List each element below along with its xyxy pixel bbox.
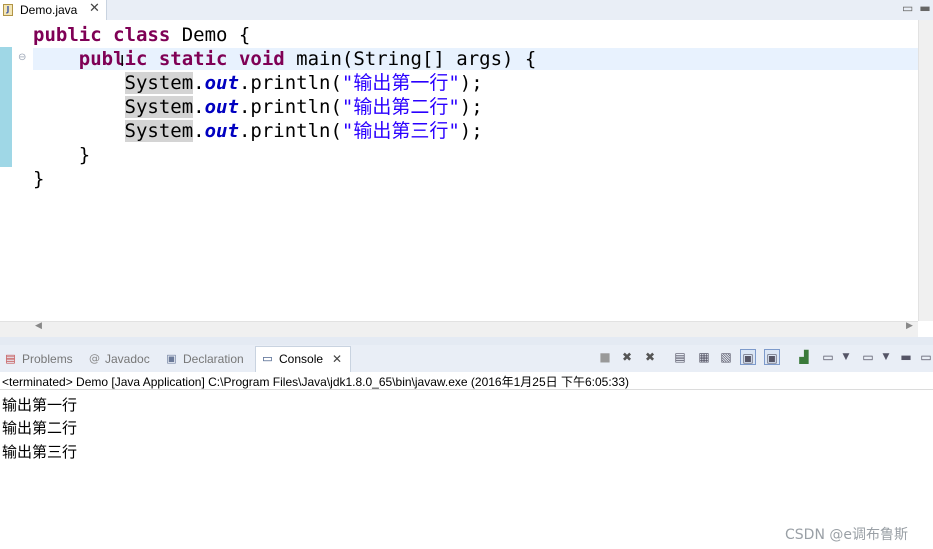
code-text: ); xyxy=(459,72,483,94)
views-separator xyxy=(0,337,933,345)
minimize-icon[interactable]: ▬ xyxy=(898,349,914,365)
console-icon: ▭ xyxy=(262,352,273,365)
display-selected-console-icon[interactable]: ▭ xyxy=(820,349,836,365)
open-console-icon[interactable]: ▭ xyxy=(860,349,876,365)
code-line-7[interactable]: } xyxy=(33,167,44,191)
minimize-maximize-icon[interactable]: ▭▬ xyxy=(902,1,933,15)
code-line-2[interactable]: public static void main(String[] args) { xyxy=(33,47,537,71)
system-class: System xyxy=(124,72,194,94)
code-text: } xyxy=(33,168,45,190)
code-text: main(String[] args) { xyxy=(284,48,537,70)
tab-declaration[interactable]: Declaration xyxy=(183,349,244,369)
code-text: .println( xyxy=(238,72,342,94)
tab-javadoc[interactable]: Javadoc xyxy=(105,349,150,369)
code-text: .println( xyxy=(238,120,342,142)
declaration-icon: ▣ xyxy=(166,352,177,365)
text-cursor-icon: I xyxy=(120,52,125,70)
editor-tab-label: Demo.java xyxy=(20,3,78,17)
code-text: ); xyxy=(459,120,483,142)
code-text: . xyxy=(193,120,205,142)
code-text: Demo { xyxy=(170,24,251,46)
console-process-label: <terminated> Demo [Java Application] C:\… xyxy=(2,375,629,389)
code-line-5[interactable]: System.out.println("输出第三行"); xyxy=(33,119,483,143)
close-icon[interactable]: ✕ xyxy=(332,349,342,369)
code-line-1[interactable]: public class Demo { xyxy=(33,23,250,47)
close-icon[interactable]: ✕ xyxy=(89,1,100,16)
static-field: out xyxy=(204,96,239,118)
console-output-line: 输出第二行 xyxy=(2,419,78,437)
quick-diff-change-bar xyxy=(0,47,12,167)
code-line-6[interactable]: } xyxy=(33,143,90,167)
keyword: static xyxy=(158,48,228,70)
code-text: ); xyxy=(459,96,483,118)
show-console-stdout-icon[interactable]: ▣ xyxy=(740,349,756,365)
word-wrap-icon[interactable]: ▧ xyxy=(718,349,734,365)
code-text: . xyxy=(193,72,205,94)
chevron-down-icon[interactable]: ▼ xyxy=(838,349,854,365)
javadoc-icon: @ xyxy=(89,352,100,365)
keyword: void xyxy=(238,48,285,70)
problems-icon: ▤ xyxy=(5,352,16,365)
pin-console-icon[interactable]: ▟ xyxy=(796,349,812,365)
show-console-stderr-icon[interactable]: ▣ xyxy=(764,349,780,365)
keyword: public xyxy=(78,48,148,70)
scroll-left-icon[interactable]: ◀ xyxy=(35,321,42,331)
string-literal: "输出第一行" xyxy=(341,72,460,94)
code-text: } xyxy=(78,144,91,166)
scroll-right-icon[interactable]: ▶ xyxy=(906,321,913,331)
code-line-3[interactable]: System.out.println("输出第一行"); xyxy=(33,71,483,95)
remove-all-terminated-icon[interactable]: ✖ xyxy=(642,349,658,365)
chevron-down-icon[interactable]: ▼ xyxy=(878,349,894,365)
string-literal: "输出第二行" xyxy=(341,96,460,118)
code-text: . xyxy=(193,96,205,118)
console-output-line: 输出第一行 xyxy=(2,396,78,414)
java-file-icon: J xyxy=(3,4,13,16)
system-class: System xyxy=(124,96,194,118)
tab-problems[interactable]: Problems xyxy=(22,349,73,369)
maximize-icon[interactable]: ▭ xyxy=(918,349,933,365)
code-line-4[interactable]: System.out.println("输出第二行"); xyxy=(33,95,483,119)
tab-console-label: Console xyxy=(279,352,324,366)
system-class: System xyxy=(124,120,194,142)
clear-console-icon[interactable]: ▤ xyxy=(672,349,688,365)
editor-vertical-scrollbar[interactable] xyxy=(918,20,933,321)
fold-toggle-icon[interactable]: ⊖ xyxy=(18,52,26,63)
editor-horizontal-scrollbar[interactable] xyxy=(0,321,918,337)
editor-tab-bar xyxy=(0,0,933,21)
remove-launch-icon[interactable]: ✖ xyxy=(619,349,635,365)
scroll-lock-icon[interactable]: ▦ xyxy=(696,349,712,365)
watermark: CSDN @e调布鲁斯 xyxy=(785,527,908,543)
code-text: .println( xyxy=(238,96,342,118)
terminate-icon[interactable]: ■ xyxy=(597,349,613,365)
console-output-line: 输出第三行 xyxy=(2,443,78,461)
static-field: out xyxy=(204,120,239,142)
keyword: public xyxy=(33,24,102,46)
keyword: class xyxy=(113,24,171,46)
string-literal: "输出第三行" xyxy=(341,120,460,142)
static-field: out xyxy=(204,72,239,94)
